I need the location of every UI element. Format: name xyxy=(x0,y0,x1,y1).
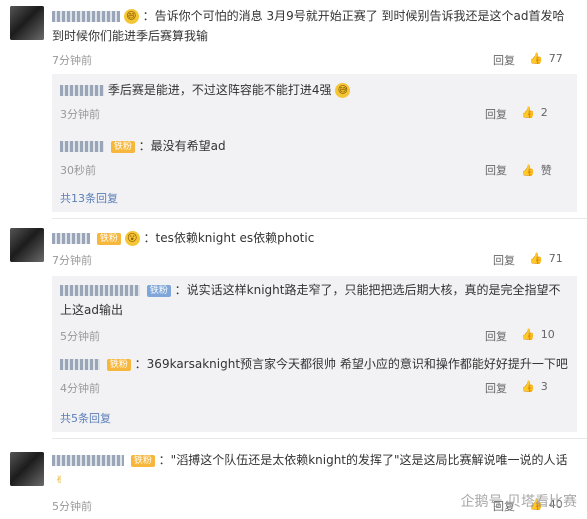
thumbs-up-icon: 👍 xyxy=(521,106,535,119)
reply-meta: 5分钟前 回复 👍 10 xyxy=(60,328,569,346)
like-button[interactable]: 👍 10 xyxy=(521,328,569,341)
like-button[interactable]: 👍 77 xyxy=(529,52,577,65)
timestamp: 7分钟前 xyxy=(52,54,92,67)
more-replies-link[interactable]: 共5条回复 xyxy=(60,410,111,426)
fan-badge: 铁粉 xyxy=(130,454,155,467)
thumbs-up-icon: 👍 xyxy=(521,164,535,177)
divider xyxy=(52,218,587,219)
fan-badge: 铁粉 xyxy=(96,232,121,245)
like-count: 10 xyxy=(540,328,555,341)
victory-hand-icon: ✌ xyxy=(55,475,64,486)
thumbs-up-icon: 👍 xyxy=(529,252,543,265)
like-button[interactable]: 👍 2 xyxy=(521,106,569,119)
reply-button[interactable]: 回复 xyxy=(485,162,507,178)
comment-body: 铁粉 😮 ：tes依赖knight es依赖photic xyxy=(52,228,577,248)
smiley-emoji-icon: 😅 xyxy=(335,83,351,98)
thumbs-up-icon: 👍 xyxy=(521,380,535,393)
avatar[interactable] xyxy=(10,6,44,40)
timestamp: 4分钟前 xyxy=(60,382,100,395)
thumbs-up-icon: 👍 xyxy=(521,328,535,341)
reply-text: ：369karsaknight预言家今天都很帅 希望小应的意识和操作都能好好提升… xyxy=(134,357,568,371)
reply-username[interactable] xyxy=(60,85,104,96)
divider xyxy=(52,438,587,439)
comment-meta: 7分钟前 回复 👍 77 xyxy=(52,52,577,70)
reply-username[interactable] xyxy=(60,285,140,296)
like-count: 71 xyxy=(548,252,563,265)
smiley-emoji-icon: 😮 xyxy=(124,231,140,246)
reply-meta: 30秒前 回复 👍 赞 xyxy=(60,162,569,180)
comment-text: ："滔搏这个队伍还是太依赖knight的发挥了"这是这局比赛解说唯一说的人话 xyxy=(158,453,568,467)
reply-body: 铁粉 ：最没有希望ad xyxy=(60,136,569,156)
reply-meta: 4分钟前 回复 👍 3 xyxy=(60,380,569,398)
timestamp: 30秒前 xyxy=(60,164,96,177)
reply-username[interactable] xyxy=(60,141,104,152)
timestamp: 3分钟前 xyxy=(60,108,100,121)
fan-badge: 铁粉 xyxy=(106,358,131,371)
reply-meta: 3分钟前 回复 👍 2 xyxy=(60,106,569,124)
reply-button[interactable]: 回复 xyxy=(485,380,507,396)
more-replies-link[interactable]: 共13条回复 xyxy=(60,190,118,206)
reply-text: 季后赛是能进，不过这阵容能不能打进4强 xyxy=(107,83,332,97)
reply-username[interactable] xyxy=(60,359,100,370)
reply-body: 季后赛是能进，不过这阵容能不能打进4强 😅 xyxy=(60,80,569,100)
avatar[interactable] xyxy=(10,452,44,486)
reply-text: ：最没有希望ad xyxy=(138,139,226,153)
replies-box: 季后赛是能进，不过这阵容能不能打进4强 😅 3分钟前 回复 👍 2 铁粉 ：最没有… xyxy=(52,74,577,212)
like-button[interactable]: 👍 赞 xyxy=(521,162,569,178)
timestamp: 7分钟前 xyxy=(52,254,92,267)
username[interactable] xyxy=(52,455,124,466)
like-count: 77 xyxy=(548,52,563,65)
comment-meta: 7分钟前 回复 👍 71 xyxy=(52,252,577,270)
timestamp: 5分钟前 xyxy=(60,330,100,343)
username[interactable] xyxy=(52,11,120,22)
reply-body: 铁粉 ：说实话这样knight路走窄了，只能把把选后期大核，真的是完全指望不上这… xyxy=(60,280,569,320)
like-count: 3 xyxy=(540,380,548,393)
reply-body: 铁粉 ：369karsaknight预言家今天都很帅 希望小应的意识和操作都能好… xyxy=(60,354,569,374)
comment-body: 铁粉 ："滔搏这个队伍还是太依赖knight的发挥了"这是这局比赛解说唯一说的人… xyxy=(52,450,577,490)
reply-button[interactable]: 回复 xyxy=(485,328,507,344)
like-count: 2 xyxy=(540,106,548,119)
reply-button[interactable]: 回复 xyxy=(493,252,515,268)
smiley-emoji-icon: 😄 xyxy=(123,9,139,24)
timestamp: 5分钟前 xyxy=(52,500,92,513)
watermark: 企鹅号 贝塔看比赛 xyxy=(460,494,577,510)
like-button[interactable]: 👍 71 xyxy=(529,252,577,265)
comment-body: 😄 ：告诉你个可怕的消息 3月9号就开始正赛了 到时候别告诉我还是这个ad首发哈… xyxy=(52,6,577,46)
avatar[interactable] xyxy=(10,228,44,262)
like-count: 赞 xyxy=(540,164,552,177)
username[interactable] xyxy=(52,233,90,244)
thumbs-up-icon: 👍 xyxy=(529,52,543,65)
fan-badge: 铁粉 xyxy=(146,284,171,297)
reply-button[interactable]: 回复 xyxy=(485,106,507,122)
replies-box: 铁粉 ：说实话这样knight路走窄了，只能把把选后期大核，真的是完全指望不上这… xyxy=(52,276,577,432)
like-button[interactable]: 👍 3 xyxy=(521,380,569,393)
comment-text: ：tes依赖knight es依赖photic xyxy=(143,231,315,245)
reply-button[interactable]: 回复 xyxy=(493,52,515,68)
fan-badge: 铁粉 xyxy=(110,140,135,153)
